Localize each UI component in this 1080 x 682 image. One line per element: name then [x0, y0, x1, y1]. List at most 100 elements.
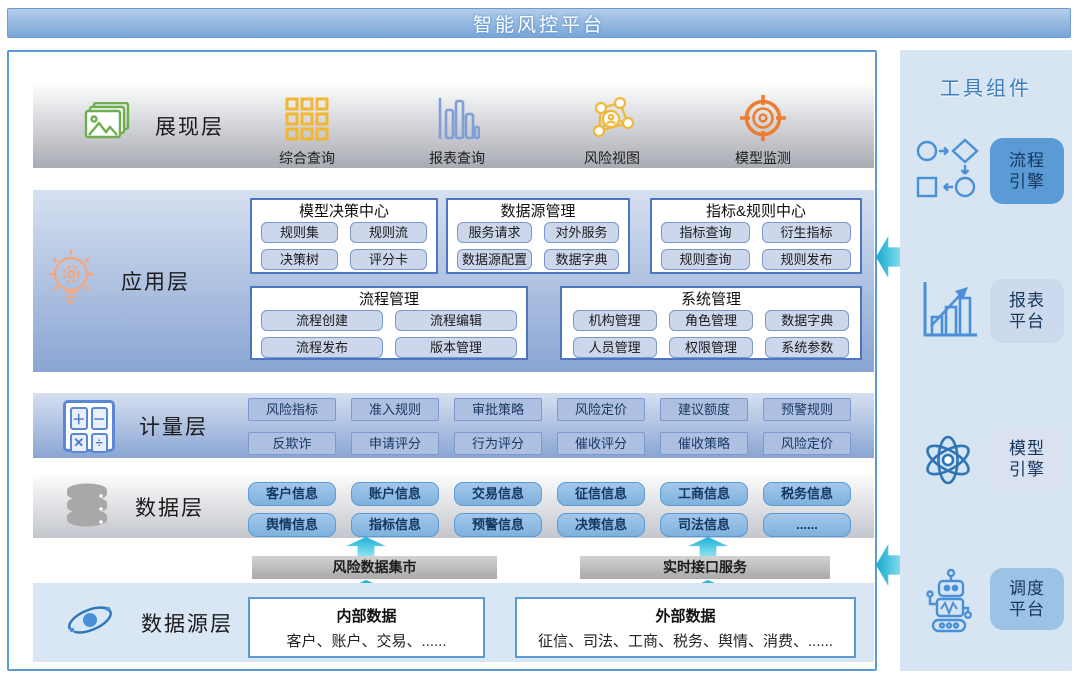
presentation-item-label: 模型监测 — [715, 148, 811, 168]
group-process-management: 流程管理 流程创建流程编辑流程发布版本管理 — [250, 286, 528, 360]
target-icon — [715, 92, 811, 142]
app-module-chip: 人员管理 — [573, 337, 657, 358]
grid-icon — [259, 92, 355, 142]
group-items: 机构管理角色管理数据字典人员管理权限管理系统参数 — [571, 310, 851, 358]
group-title: 模型决策中心 — [261, 201, 427, 222]
bar-chart-icon — [409, 92, 505, 142]
app-module-chip: 决策树 — [261, 249, 338, 270]
data-chip: 决策信息 — [557, 513, 645, 537]
datasource-layer-label: 数据源层 — [63, 583, 233, 662]
app-module-chip: 数据源配置 — [457, 249, 532, 270]
app-module-chip: 数据字典 — [544, 249, 619, 270]
app-module-chip: 权限管理 — [669, 337, 753, 358]
group-system-management: 系统管理 机构管理角色管理数据字典人员管理权限管理系统参数 — [560, 286, 862, 360]
tools-sidebar: 工具组件 流程引擎 — [900, 50, 1072, 671]
data-chip: 账户信息 — [351, 482, 439, 506]
presentation-item-model-monitor: 模型监测 — [715, 92, 811, 168]
measure-chip: 风险定价 — [557, 398, 645, 421]
tool-box-scheduling-platform: 调度平台 — [990, 568, 1064, 630]
group-items: 指标查询衍生指标规则查询规则发布 — [661, 222, 851, 270]
measure-chip: 催收评分 — [557, 432, 645, 455]
tool-box-model-engine: 模型引擎 — [990, 428, 1064, 490]
app-module-chip: 服务请求 — [457, 222, 532, 243]
presentation-item-report-query: 报表查询 — [409, 92, 505, 168]
tool-label: 模型引擎 — [1007, 438, 1046, 481]
presentation-item-label: 综合查询 — [259, 148, 355, 168]
database-icon — [63, 482, 111, 533]
group-model-decision-center: 模型决策中心 规则集规则流决策树评分卡 — [250, 198, 438, 274]
risk-platform-diagram: 智能风控平台 展现层 — [0, 0, 1080, 682]
data-chip: 指标信息 — [351, 513, 439, 537]
measure-chip: 建议额度 — [660, 398, 748, 421]
app-module-chip: 指标查询 — [661, 222, 750, 243]
app-module-chip: 机构管理 — [573, 310, 657, 331]
tool-label: 报表平台 — [1007, 290, 1046, 333]
network-icon — [564, 92, 660, 142]
risk-data-mart-bar: 风险数据集市 — [252, 556, 497, 579]
photos-icon — [83, 102, 131, 151]
presentation-layer-label: 展现层 — [83, 84, 224, 168]
application-layer-name: 应用层 — [121, 266, 190, 296]
data-grid: 客户信息账户信息交易信息征信信息工商信息税务信息舆情信息指标信息预警信息决策信息… — [248, 482, 851, 537]
group-title: 数据源管理 — [457, 201, 619, 222]
internal-data-desc: 客户、账户、交易、...... — [286, 630, 446, 651]
realtime-interface-bar: 实时接口服务 — [580, 556, 830, 579]
external-data-box: 外部数据 征信、司法、工商、税务、舆情、消费、...... — [515, 597, 856, 658]
measure-chip: 催收策略 — [660, 432, 748, 455]
app-module-chip: 版本管理 — [395, 337, 517, 358]
galaxy-icon — [63, 597, 117, 648]
app-module-chip: 流程创建 — [261, 310, 383, 331]
calculator-icon: ＋－✕÷ — [63, 400, 115, 452]
app-module-chip: 对外服务 — [544, 222, 619, 243]
app-module-chip: 规则流 — [350, 222, 427, 243]
group-indicator-rule-center: 指标&规则中心 指标查询衍生指标规则查询规则发布 — [650, 198, 862, 274]
measure-chip: 准入规则 — [351, 398, 439, 421]
tool-label: 流程引擎 — [1007, 150, 1046, 193]
app-module-chip: 数据字典 — [765, 310, 849, 331]
app-module-chip: 衍生指标 — [762, 222, 851, 243]
group-items: 服务请求对外服务数据源配置数据字典 — [457, 222, 619, 270]
presentation-item-combined-query: 综合查询 — [259, 92, 355, 168]
app-module-chip: 流程发布 — [261, 337, 383, 358]
group-datasource-management: 数据源管理 服务请求对外服务数据源配置数据字典 — [446, 198, 630, 274]
group-title: 流程管理 — [261, 289, 517, 310]
presentation-item-label: 报表查询 — [409, 148, 505, 168]
app-module-chip: 流程编辑 — [395, 310, 517, 331]
data-chip: 预警信息 — [454, 513, 542, 537]
internal-data-box: 内部数据 客户、账户、交易、...... — [248, 597, 485, 658]
group-title: 指标&规则中心 — [661, 201, 851, 222]
external-data-title: 外部数据 — [655, 605, 715, 626]
data-layer-name: 数据层 — [135, 492, 204, 522]
app-module-chip: 评分卡 — [350, 249, 427, 270]
measure-chip: 申请评分 — [351, 432, 439, 455]
presentation-item-label: 风险视图 — [564, 148, 660, 168]
presentation-layer-name: 展现层 — [155, 111, 224, 141]
app-module-chip: 规则查询 — [661, 249, 750, 270]
data-chip: 司法信息 — [660, 513, 748, 537]
data-chip: 工商信息 — [660, 482, 748, 506]
robot-icon — [912, 568, 984, 634]
app-module-chip: 规则发布 — [762, 249, 851, 270]
data-chip: 舆情信息 — [248, 513, 336, 537]
lightbulb-gear-icon — [41, 245, 101, 318]
measure-chip: 审批策略 — [454, 398, 542, 421]
group-items: 流程创建流程编辑流程发布版本管理 — [261, 310, 517, 358]
data-chip: 征信信息 — [557, 482, 645, 506]
datasource-layer-name: 数据源层 — [141, 608, 233, 638]
app-module-chip: 系统参数 — [765, 337, 849, 358]
application-layer-label: 应用层 — [41, 190, 190, 372]
atom-icon — [912, 428, 984, 492]
flowchart-icon — [912, 138, 984, 202]
external-data-desc: 征信、司法、工商、税务、舆情、消费、...... — [538, 630, 833, 651]
platform-title-banner: 智能风控平台 — [7, 8, 1071, 38]
tool-box-process-engine: 流程引擎 — [990, 138, 1064, 204]
internal-data-title: 内部数据 — [336, 605, 396, 626]
measure-grid: 风险指标准入规则审批策略风险定价建议额度预警规则反欺诈申请评分行为评分催收评分催… — [248, 398, 851, 455]
data-chip: 交易信息 — [454, 482, 542, 506]
presentation-layer-band: 展现层 综合查询 报表查询 — [33, 84, 874, 168]
presentation-item-risk-view: 风险视图 — [564, 92, 660, 168]
measurement-layer-label: ＋－✕÷ 计量层 — [63, 393, 208, 458]
data-chip: 客户信息 — [248, 482, 336, 506]
tool-box-report-platform: 报表平台 — [990, 279, 1064, 343]
measure-chip: 反欺诈 — [248, 432, 336, 455]
